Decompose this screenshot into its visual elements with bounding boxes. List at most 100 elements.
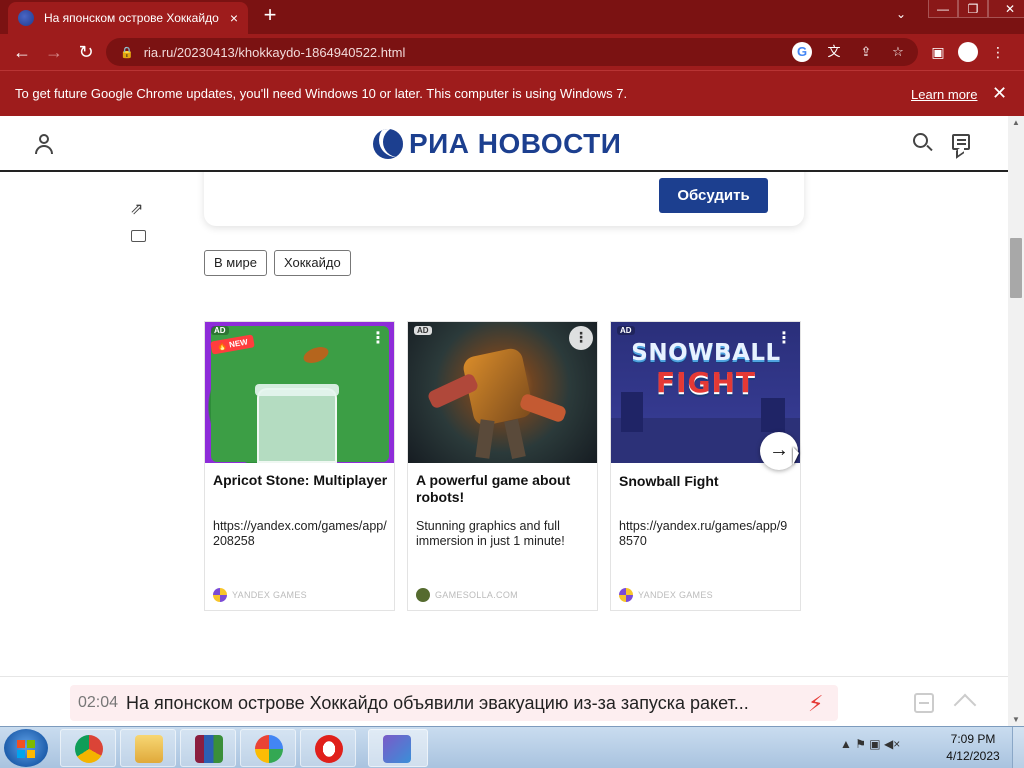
tab-close-icon[interactable]: × xyxy=(230,10,238,26)
ria-logo[interactable]: РИА НОВОСТИ xyxy=(373,128,621,160)
winrar-icon xyxy=(195,735,223,763)
ad-source: GAMESOLLA.COM xyxy=(416,588,518,602)
ad-title[interactable]: Snowball Fight xyxy=(619,473,794,490)
ad-card[interactable]: AD 🔥 NEW ⋮ Apricot Stone: Multiplayer ht… xyxy=(204,321,395,611)
profile-avatar-icon[interactable] xyxy=(958,42,978,62)
ria-globe-icon xyxy=(373,129,403,159)
ad-menu-icon[interactable]: ⋮ xyxy=(776,328,792,348)
news-headline[interactable]: На японском острове Хоккайдо объявили эв… xyxy=(126,693,796,714)
news-ticker[interactable]: 02:04 На японском острове Хоккайдо объяв… xyxy=(70,685,838,721)
tag-hokkaido[interactable]: Хоккайдо xyxy=(273,250,351,276)
article-tags: В мире Хоккайдо xyxy=(204,250,351,276)
page-viewport: РИА НОВОСТИ 18211521 Обсудить ⇗ В мире Х… xyxy=(0,116,1008,726)
logo-text: РИА НОВОСТИ xyxy=(409,128,622,159)
taskbar-chrome[interactable] xyxy=(60,729,116,767)
scroll-top-icon[interactable] xyxy=(954,689,976,711)
omnibox-actions: G 文 ⇪ ☆ xyxy=(792,42,908,62)
google-lens-icon[interactable]: G xyxy=(792,42,812,62)
news-time: 02:04 xyxy=(78,694,119,711)
side-panel-icon[interactable]: ▣ xyxy=(926,38,950,66)
ad-image-text-1: SNOWBALL xyxy=(631,340,781,366)
toolbar-right: ▣ ⋮ xyxy=(926,38,1010,66)
ad-description: https://yandex.ru/games/app/98570 xyxy=(619,519,788,548)
tab-strip: На японском острове Хоккайдо × + ⌄ — ❐ ✕ xyxy=(0,0,1024,34)
key-app-icon xyxy=(255,735,283,763)
ria-favicon-icon xyxy=(18,10,34,26)
forward-button[interactable]: → xyxy=(38,36,70,68)
mouse-cursor-icon xyxy=(793,447,799,465)
ad-description: https://yandex.com/games/app/208258 xyxy=(213,519,387,548)
ad-image[interactable]: AD 🔥 NEW ⋮ xyxy=(205,322,394,463)
opera-icon xyxy=(315,735,343,763)
infobar-close-icon[interactable]: ✕ xyxy=(992,83,1007,104)
ad-description: Stunning graphics and full immersion in … xyxy=(416,519,565,548)
ad-source-label: YANDEX GAMES xyxy=(232,590,307,600)
taskbar-app[interactable] xyxy=(240,729,296,767)
gamesolla-icon xyxy=(416,588,430,602)
minimize-news-icon[interactable] xyxy=(914,693,934,713)
folder-icon xyxy=(135,735,163,763)
lightning-icon: ⚡ xyxy=(808,691,824,716)
clock-time: 7:09 PM xyxy=(950,732,996,746)
minimize-button[interactable]: — xyxy=(928,0,958,18)
ad-source: YANDEX GAMES xyxy=(619,588,713,602)
translate-icon[interactable]: 文 xyxy=(824,42,844,62)
browser-toolbar: ← → ↻ 🔒 ria.ru/20230413/khokkaydo-186494… xyxy=(0,34,1024,70)
tab-active[interactable]: На японском острове Хоккайдо × xyxy=(8,2,248,34)
tag-world[interactable]: В мире xyxy=(204,250,267,276)
address-bar[interactable]: 🔒 ria.ru/20230413/khokkaydo-1864940522.h… xyxy=(106,38,918,66)
ad-card[interactable]: AD ⋮ A powerful game about robots! Stunn… xyxy=(407,321,598,611)
show-desktop-button[interactable] xyxy=(1012,727,1024,768)
infobar-message: To get future Google Chrome updates, you… xyxy=(15,86,628,101)
scroll-down-icon[interactable]: ▼ xyxy=(1012,715,1020,724)
chrome-menu-icon[interactable]: ⋮ xyxy=(986,38,1010,66)
taskbar-winrar[interactable] xyxy=(180,729,236,767)
ad-source-label: YANDEX GAMES xyxy=(638,590,713,600)
share-icon[interactable]: ⇪ xyxy=(856,42,876,62)
ad-menu-icon[interactable]: ⋮ xyxy=(569,326,593,350)
learn-more-link[interactable]: Learn more xyxy=(911,87,977,102)
ad-image[interactable]: AD ⋮ xyxy=(408,322,597,463)
discuss-button[interactable]: Обсудить xyxy=(659,178,768,213)
ad-title[interactable]: A powerful game about robots! xyxy=(416,472,591,506)
taskbar-downloader[interactable] xyxy=(368,729,428,767)
restore-button[interactable]: ❐ xyxy=(958,0,988,18)
scrollbar-thumb[interactable] xyxy=(1010,238,1022,298)
taskbar-explorer[interactable] xyxy=(120,729,176,767)
tab-search-icon[interactable]: ⌄ xyxy=(896,7,906,21)
downloader-icon xyxy=(383,735,411,763)
ad-badge: AD xyxy=(414,326,432,335)
start-button[interactable] xyxy=(4,729,48,767)
share-icon[interactable]: ⇗ xyxy=(130,199,143,219)
reload-button[interactable]: ↻ xyxy=(70,36,102,68)
ad-image-text-2: FIGHT xyxy=(655,366,757,399)
back-button[interactable]: ← xyxy=(6,36,38,68)
ad-menu-icon[interactable]: ⋮ xyxy=(370,328,386,348)
ad-badge: AD xyxy=(617,326,635,335)
tab-title: На японском острове Хоккайдо xyxy=(44,11,219,25)
comment-icon[interactable] xyxy=(131,230,146,242)
bookmark-star-icon[interactable]: ☆ xyxy=(888,42,908,62)
search-icon[interactable] xyxy=(912,132,934,154)
ad-source: YANDEX GAMES xyxy=(213,588,307,602)
ad-badge: AD xyxy=(211,326,229,335)
breaking-news-bar: 02:04 На японском острове Хоккайдо объяв… xyxy=(0,676,1008,726)
yandex-games-icon xyxy=(619,588,633,602)
update-infobar: To get future Google Chrome updates, you… xyxy=(0,70,1024,116)
window-controls: — ❐ ✕ xyxy=(928,0,1024,20)
ad-source-label: GAMESOLLA.COM xyxy=(435,590,518,600)
chrome-icon xyxy=(75,735,103,763)
clock-date: 4/12/2023 xyxy=(946,749,1000,763)
close-window-button[interactable]: ✕ xyxy=(988,0,1024,18)
page-scrollbar[interactable]: ▲ ▼ xyxy=(1008,116,1024,726)
lock-icon[interactable]: 🔒 xyxy=(120,46,134,59)
scroll-up-icon[interactable]: ▲ xyxy=(1012,118,1020,127)
comments-icon[interactable] xyxy=(952,134,970,150)
ad-title[interactable]: Apricot Stone: Multiplayer xyxy=(213,472,388,489)
system-tray[interactable]: ▲ ⚑ ▣ ◀× xyxy=(840,737,900,751)
url-text[interactable]: ria.ru/20230413/khokkaydo-1864940522.htm… xyxy=(144,45,406,60)
taskbar-clock[interactable]: 7:09 PM 4/12/2023 xyxy=(938,731,1008,765)
user-account-icon[interactable] xyxy=(35,134,53,154)
taskbar-opera[interactable] xyxy=(300,729,356,767)
new-tab-button[interactable]: + xyxy=(258,4,282,28)
